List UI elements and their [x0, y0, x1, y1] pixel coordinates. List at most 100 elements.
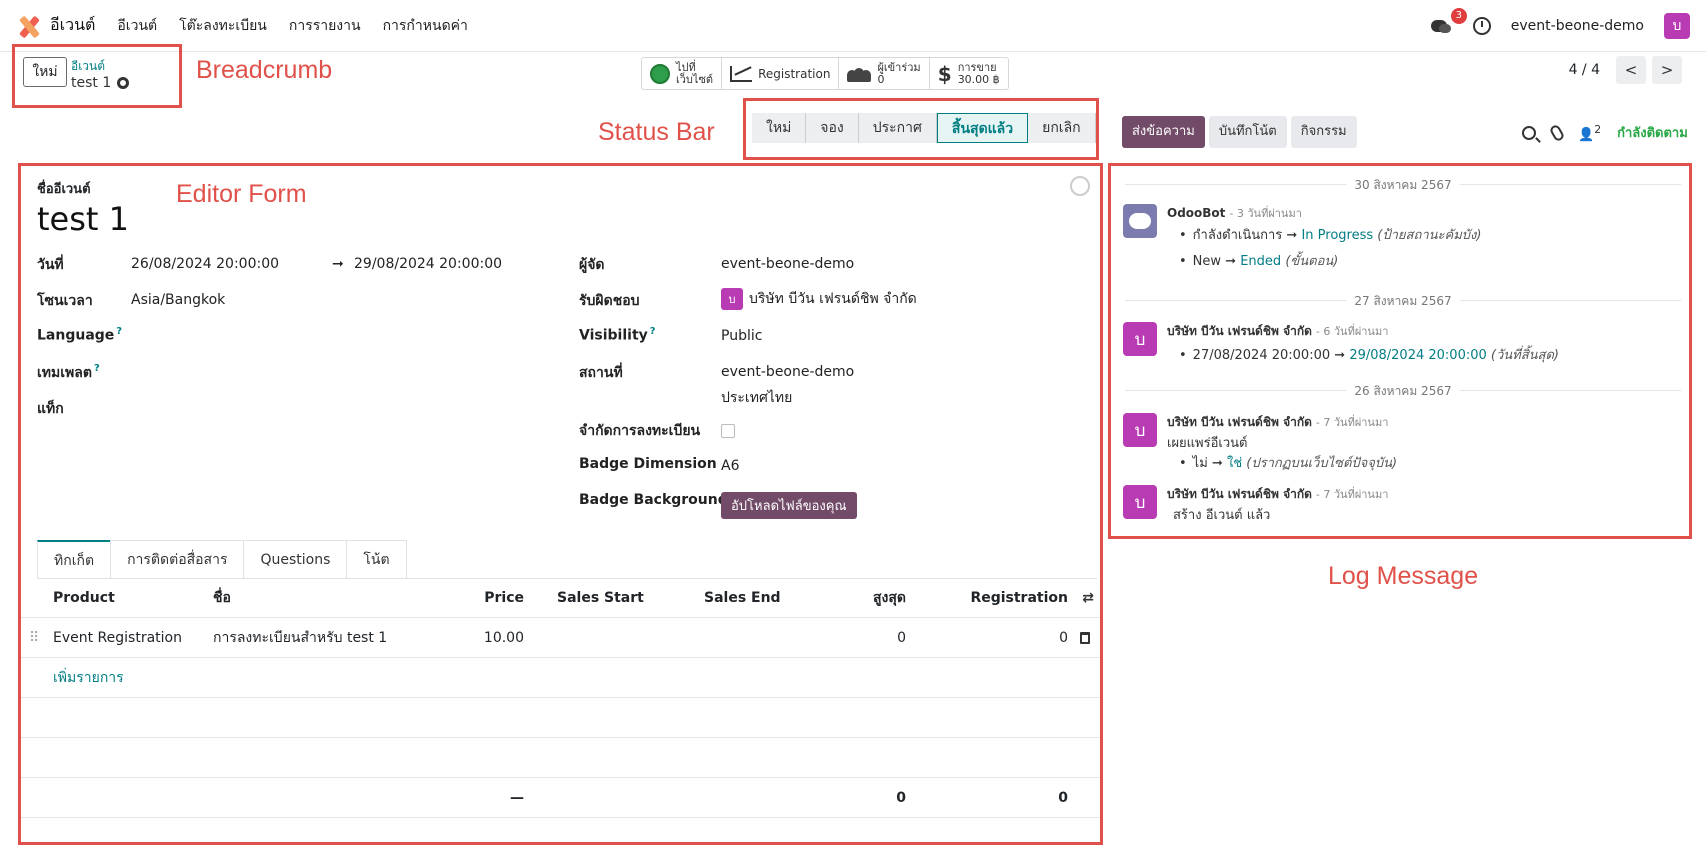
tracking-line: • กำลังดำเนินการ ➞ In Progress (ป้ายสถานะ… — [1179, 228, 1482, 243]
messaging-icon[interactable]: 3 — [1430, 7, 1467, 36]
table-row[interactable]: ⠿ Event Registration การลงทะเบียนสำหรับ … — [21, 618, 1100, 658]
column-header-name[interactable]: ชื่อ — [213, 578, 231, 618]
annotation-breadcrumb: Breadcrumb — [196, 56, 333, 84]
tab-notes[interactable]: โน้ต — [346, 540, 407, 578]
column-header-registration[interactable]: Registration — [970, 578, 1068, 618]
date-separator: 30 สิงหาคม 2567 — [1125, 176, 1681, 195]
activity-clock-icon[interactable] — [1472, 16, 1491, 35]
registration-button[interactable]: Registration — [722, 58, 840, 89]
attendees-button[interactable]: ผู้เข้าร่วม 0 — [839, 58, 930, 89]
column-header-price[interactable]: Price — [484, 578, 524, 618]
menu-item-events[interactable]: อีเวนต์ — [117, 15, 157, 37]
message-author: OdooBot - 3 วันที่ผ่านมา — [1167, 206, 1302, 220]
menu-item-registration-desk[interactable]: โต๊ะลงทะเบียน — [179, 15, 267, 37]
column-header-sales-start[interactable]: Sales Start — [557, 578, 644, 618]
send-message-button[interactable]: ส่งข้อความ — [1122, 116, 1205, 148]
gear-icon[interactable] — [117, 77, 130, 89]
followers-button[interactable]: 👤2 — [1578, 123, 1601, 142]
tab-tickets[interactable]: ทิกเก็ต — [37, 540, 112, 578]
organizer-field[interactable]: event-beone-demo — [721, 256, 854, 272]
stage-announced[interactable]: ประกาศ — [858, 113, 937, 143]
stage-cancelled[interactable]: ยกเลิก — [1028, 113, 1096, 143]
log-note-button[interactable]: บันทึกโน้ต — [1208, 116, 1287, 148]
language-label: Language? — [37, 326, 123, 344]
message-time: - 7 วันที่ผ่านมา — [1315, 488, 1389, 501]
date-separator: 27 สิงหาคม 2567 — [1125, 292, 1681, 311]
tracking-line: • ไม่ ➞ ใช่ (ปรากฏบนเว็บไซต์ปัจจุบัน) — [1179, 456, 1398, 471]
add-line-link[interactable]: เพิ่มรายการ — [53, 658, 124, 698]
trash-icon[interactable] — [1080, 632, 1090, 644]
tab-questions[interactable]: Questions — [243, 540, 348, 578]
pager-previous-button[interactable]: < — [1616, 56, 1646, 84]
website-label-1: ไปที่ — [676, 60, 696, 74]
help-icon[interactable]: ? — [650, 326, 656, 337]
status-stages: ใหม่ จอง ประกาศ สิ้นสุดแล้ว ยกเลิก — [752, 113, 1096, 143]
message-time: - 6 วันที่ผ่านมา — [1315, 325, 1389, 338]
column-header-sales-end[interactable]: Sales End — [704, 578, 781, 618]
new-button[interactable]: ใหม่ — [23, 57, 67, 87]
app-logo[interactable]: อีเวนต์ — [16, 13, 95, 38]
search-icon[interactable] — [1522, 125, 1536, 140]
go-to-website-button[interactable]: ไปที่ เว็บไซต์ — [642, 58, 723, 89]
company-avatar[interactable]: บ — [1123, 413, 1157, 447]
tab-communication[interactable]: การติดต่อสื่อสาร — [110, 540, 245, 578]
message-author: บริษัท บีวัน เฟรนด์ชิพ จำกัด - 7 วันที่ผ่… — [1167, 487, 1389, 501]
cell-name[interactable]: การลงทะเบียนสำหรับ test 1 — [213, 618, 387, 658]
event-name-field[interactable]: test 1 — [37, 200, 129, 238]
menu-item-configuration[interactable]: การกำหนดค่า — [383, 15, 468, 37]
stage-ended[interactable]: สิ้นสุดแล้ว — [936, 113, 1029, 143]
optional-columns-icon[interactable]: ⇄ — [1082, 578, 1094, 618]
breadcrumb-current-label: test 1 — [71, 75, 112, 91]
cell-price[interactable]: 10.00 — [484, 618, 524, 658]
breadcrumb-parent-link[interactable]: อีเวนต์ — [71, 57, 105, 76]
sales-button[interactable]: $ การขาย 30.00 ฿ — [930, 58, 1008, 89]
database-name[interactable]: event-beone-demo — [1511, 18, 1644, 34]
drag-handle-icon[interactable]: ⠿ — [29, 618, 39, 658]
stage-new[interactable]: ใหม่ — [752, 113, 807, 143]
navbar-systray: 3 event-beone-demo บ — [1430, 7, 1690, 39]
priority-circle-icon[interactable] — [1070, 176, 1090, 196]
cell-product[interactable]: Event Registration — [53, 618, 182, 658]
sales-label: การขาย — [957, 60, 997, 74]
cell-max[interactable]: 0 — [897, 618, 906, 658]
annotation-log-message: Log Message — [1328, 562, 1479, 590]
trend-chart-icon — [730, 65, 753, 82]
timezone-field[interactable]: Asia/Bangkok — [131, 292, 225, 308]
attendees-value: 0 — [877, 72, 885, 86]
stage-booked[interactable]: จอง — [806, 113, 859, 143]
paperclip-icon[interactable] — [1548, 123, 1566, 142]
help-icon[interactable]: ? — [116, 326, 122, 337]
badge-dimension-field[interactable]: A6 — [721, 458, 739, 474]
visibility-field[interactable]: Public — [721, 328, 762, 344]
date-begin-field[interactable]: 26/08/2024 20:00:00 — [131, 256, 279, 272]
upload-file-button[interactable]: อัปโหลดไฟล์ของคุณ — [721, 492, 857, 519]
page: อีเวนต์ อีเวนต์ โต๊ะลงทะเบียน การรายงาน … — [0, 0, 1706, 864]
globe-icon — [650, 63, 670, 84]
help-icon[interactable]: ? — [94, 363, 100, 374]
menu-item-reporting[interactable]: การรายงาน — [289, 15, 361, 37]
organizer-label: ผู้จัด — [579, 257, 605, 273]
column-header-max[interactable]: สูงสุด — [873, 578, 906, 618]
activity-button[interactable]: กิจกรรม — [1290, 116, 1357, 148]
venue-field-line1[interactable]: event-beone-demo — [721, 364, 854, 380]
editor-form: ชื่ออีเวนต์ test 1 Editor Form วันที่ 26… — [18, 163, 1103, 845]
message-time: - 7 วันที่ผ่านมา — [1315, 416, 1389, 429]
following-button[interactable]: กำลังติดตาม — [1617, 122, 1688, 143]
cell-registration: 0 — [1059, 630, 1068, 646]
breadcrumb: ใหม่ อีเวนต์ test 1 — [12, 44, 182, 108]
responsible-field[interactable]: บ บริษัท บีวัน เฟรนด์ชิพ จำกัด — [721, 288, 917, 310]
company-avatar[interactable]: บ — [1123, 485, 1157, 519]
column-header-product[interactable]: Product — [53, 578, 115, 618]
app-name: อีเวนต์ — [50, 15, 96, 34]
user-avatar[interactable]: บ — [1664, 12, 1690, 39]
odoobot-avatar[interactable] — [1123, 204, 1157, 238]
date-end-field[interactable]: 29/08/2024 20:00:00 — [354, 256, 502, 272]
breadcrumb-current: test 1 — [71, 75, 130, 91]
limit-registrations-checkbox[interactable] — [721, 424, 735, 438]
company-avatar[interactable]: บ — [1123, 322, 1157, 356]
table-footer-row: — 0 0 — [21, 778, 1100, 818]
pager-value[interactable]: 4 / 4 — [1569, 62, 1600, 78]
empty-row — [21, 698, 1100, 738]
message-author: บริษัท บีวัน เฟรนด์ชิพ จำกัด - 7 วันที่ผ่… — [1167, 415, 1389, 429]
pager-next-button[interactable]: > — [1652, 56, 1682, 84]
